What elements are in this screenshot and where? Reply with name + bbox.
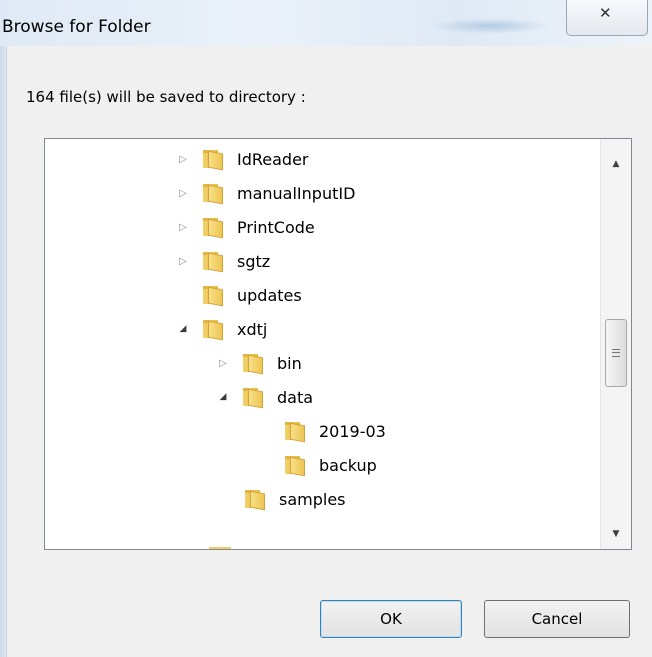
folder-icon — [203, 150, 225, 171]
close-button[interactable]: ✕ — [566, 0, 648, 36]
folder-icon — [203, 286, 225, 307]
tree-item-label: updates — [237, 285, 302, 305]
window-title: Browse for Folder — [2, 17, 151, 37]
tree-item-xdtj[interactable]: ◢ xdtj — [177, 312, 267, 346]
cancel-button[interactable]: Cancel — [484, 600, 630, 638]
folder-icon — [245, 490, 267, 511]
expand-arrow-icon[interactable]: ▷ — [217, 357, 229, 369]
expand-arrow-icon[interactable]: ▷ — [177, 221, 189, 233]
folder-icon — [243, 388, 265, 409]
collapse-arrow-icon[interactable]: ◢ — [217, 391, 229, 403]
tree-item-label: xdtj — [237, 319, 268, 339]
tree-item-label: manualInputID — [237, 183, 356, 203]
folder-icon — [203, 218, 225, 239]
tree-item-sgtz[interactable]: ▷ sgtz — [177, 244, 270, 278]
close-icon: ✕ — [599, 4, 612, 22]
folder-tree[interactable]: ▷ IdReader ▷ manualInputID ▷ PrintCode ▷… — [44, 138, 632, 550]
tree-item-bin[interactable]: ▷ bin — [217, 346, 302, 380]
expand-arrow-icon[interactable]: ▷ — [177, 153, 189, 165]
expand-arrow-icon[interactable]: ▷ — [177, 255, 189, 267]
tree-item-printcode[interactable]: ▷ PrintCode — [177, 210, 315, 244]
partial-folder-icon — [209, 547, 231, 549]
folder-icon — [203, 252, 225, 273]
tree-item-label: bin — [277, 353, 302, 373]
tree-item-data[interactable]: ◢ data — [217, 380, 313, 414]
save-message: 164 file(s) will be saved to directory : — [26, 88, 306, 106]
tree-item-label: sgtz — [237, 251, 271, 271]
folder-icon — [243, 354, 265, 375]
tree-item-2019-03[interactable]: 2019-03 — [285, 414, 386, 448]
tree-item-updates[interactable]: updates — [203, 278, 302, 312]
ok-button[interactable]: OK — [320, 600, 462, 638]
scroll-up-arrow-icon[interactable]: ▲ — [601, 149, 631, 179]
scroll-thumb[interactable] — [605, 319, 627, 387]
tree-item-label: PrintCode — [237, 217, 315, 237]
vertical-scrollbar[interactable]: ▲ ▼ — [600, 139, 631, 549]
tree-item-samples[interactable]: samples — [245, 482, 346, 516]
tree-item-label: backup — [319, 455, 377, 475]
expand-arrow-icon[interactable]: ▷ — [177, 187, 189, 199]
tree-item-backup[interactable]: backup — [285, 448, 377, 482]
folder-icon — [203, 184, 225, 205]
folder-icon — [285, 456, 307, 477]
scroll-down-arrow-icon[interactable]: ▼ — [601, 519, 631, 549]
folder-icon — [285, 422, 307, 443]
collapse-arrow-icon[interactable]: ◢ — [177, 323, 189, 335]
grip-icon — [612, 349, 620, 357]
tree-item-idreader[interactable]: ▷ IdReader — [177, 142, 309, 176]
title-bar-glow — [430, 18, 550, 34]
tree-item-label: 2019-03 — [319, 421, 386, 441]
tree-item-label: samples — [279, 489, 346, 509]
folder-icon — [203, 320, 225, 341]
tree-item-label: data — [277, 387, 314, 407]
title-bar: Browse for Folder ✕ — [0, 0, 652, 46]
tree-item-manualinputid[interactable]: ▷ manualInputID — [177, 176, 355, 210]
tree-item-label: IdReader — [237, 149, 309, 169]
